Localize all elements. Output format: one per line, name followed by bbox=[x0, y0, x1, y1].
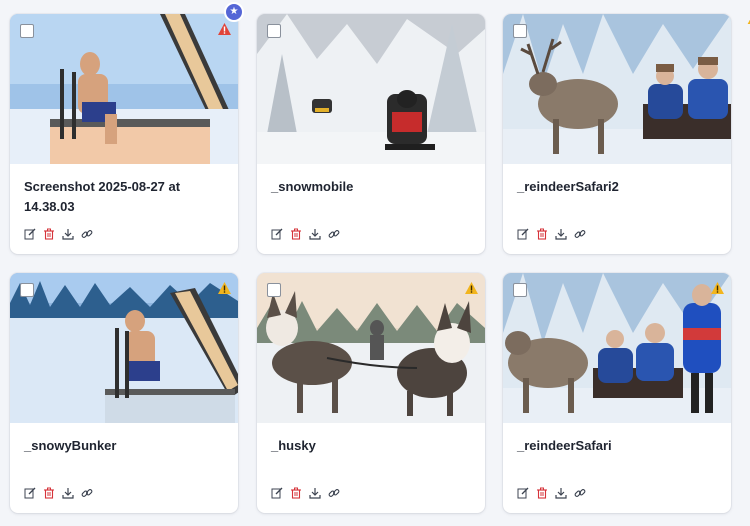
download-icon[interactable] bbox=[555, 487, 567, 499]
media-card[interactable]: _snowmobile bbox=[257, 14, 485, 254]
download-icon[interactable] bbox=[309, 228, 321, 240]
edit-icon[interactable] bbox=[271, 487, 283, 499]
warning-yellow-icon[interactable] bbox=[465, 282, 478, 294]
card-title: _snowmobile bbox=[271, 179, 354, 194]
select-checkbox[interactable] bbox=[267, 283, 281, 297]
star-badge-icon[interactable]: ★ bbox=[224, 2, 244, 22]
link-icon[interactable] bbox=[81, 228, 93, 240]
warning-red-icon[interactable] bbox=[218, 23, 231, 35]
link-icon[interactable] bbox=[328, 228, 340, 240]
trash-icon[interactable] bbox=[43, 228, 55, 240]
card-actions bbox=[517, 228, 586, 240]
select-checkbox[interactable] bbox=[513, 24, 527, 38]
card-title: _reindeerSafari bbox=[517, 438, 612, 453]
card-actions bbox=[24, 487, 93, 499]
warning-yellow-icon[interactable] bbox=[218, 282, 231, 294]
card-actions bbox=[271, 487, 340, 499]
link-icon[interactable] bbox=[574, 228, 586, 240]
edit-icon[interactable] bbox=[517, 228, 529, 240]
download-icon[interactable] bbox=[555, 228, 567, 240]
select-checkbox[interactable] bbox=[20, 24, 34, 38]
download-icon[interactable] bbox=[309, 487, 321, 499]
thumbnail-ice-bath[interactable] bbox=[10, 273, 238, 423]
warning-yellow-icon[interactable] bbox=[711, 282, 724, 294]
link-icon[interactable] bbox=[81, 487, 93, 499]
card-title: Screenshot 2025-08-27 at 14.38.03 bbox=[24, 179, 181, 214]
card-actions bbox=[271, 228, 340, 240]
thumbnail-husky-sled[interactable] bbox=[257, 273, 485, 423]
thumbnail-reindeer-sleigh[interactable] bbox=[503, 14, 731, 164]
thumbnail-reindeer-sleigh[interactable] bbox=[503, 273, 731, 423]
select-checkbox[interactable] bbox=[513, 283, 527, 297]
edit-icon[interactable] bbox=[24, 487, 36, 499]
card-title: _snowyBunker bbox=[24, 438, 117, 453]
card-actions bbox=[517, 487, 586, 499]
media-grid: ★ Screenshot 2025-08-27 at 14.38.03 _sno… bbox=[0, 0, 750, 526]
thumbnail-snowmobile[interactable] bbox=[257, 14, 485, 164]
card-actions bbox=[24, 228, 93, 240]
media-card[interactable]: _reindeerSafari2 bbox=[503, 14, 731, 254]
trash-icon[interactable] bbox=[536, 228, 548, 240]
select-checkbox[interactable] bbox=[20, 283, 34, 297]
media-card[interactable]: _husky bbox=[257, 273, 485, 513]
edit-icon[interactable] bbox=[517, 487, 529, 499]
media-card[interactable]: ★ Screenshot 2025-08-27 at 14.38.03 bbox=[10, 2, 244, 254]
media-card[interactable]: _snowyBunker bbox=[10, 273, 238, 513]
media-card[interactable]: _reindeerSafari bbox=[503, 273, 731, 513]
trash-icon[interactable] bbox=[536, 487, 548, 499]
card-title: _husky bbox=[271, 438, 316, 453]
download-icon[interactable] bbox=[62, 487, 74, 499]
trash-icon[interactable] bbox=[290, 228, 302, 240]
edit-icon[interactable] bbox=[271, 228, 283, 240]
link-icon[interactable] bbox=[328, 487, 340, 499]
card-title: _reindeerSafari2 bbox=[517, 179, 619, 194]
trash-icon[interactable] bbox=[43, 487, 55, 499]
download-icon[interactable] bbox=[62, 228, 74, 240]
warning-yellow-icon bbox=[746, 14, 750, 24]
select-checkbox[interactable] bbox=[267, 24, 281, 38]
edit-icon[interactable] bbox=[24, 228, 36, 240]
trash-icon[interactable] bbox=[290, 487, 302, 499]
thumbnail-ice-bath[interactable] bbox=[10, 14, 238, 164]
link-icon[interactable] bbox=[574, 487, 586, 499]
